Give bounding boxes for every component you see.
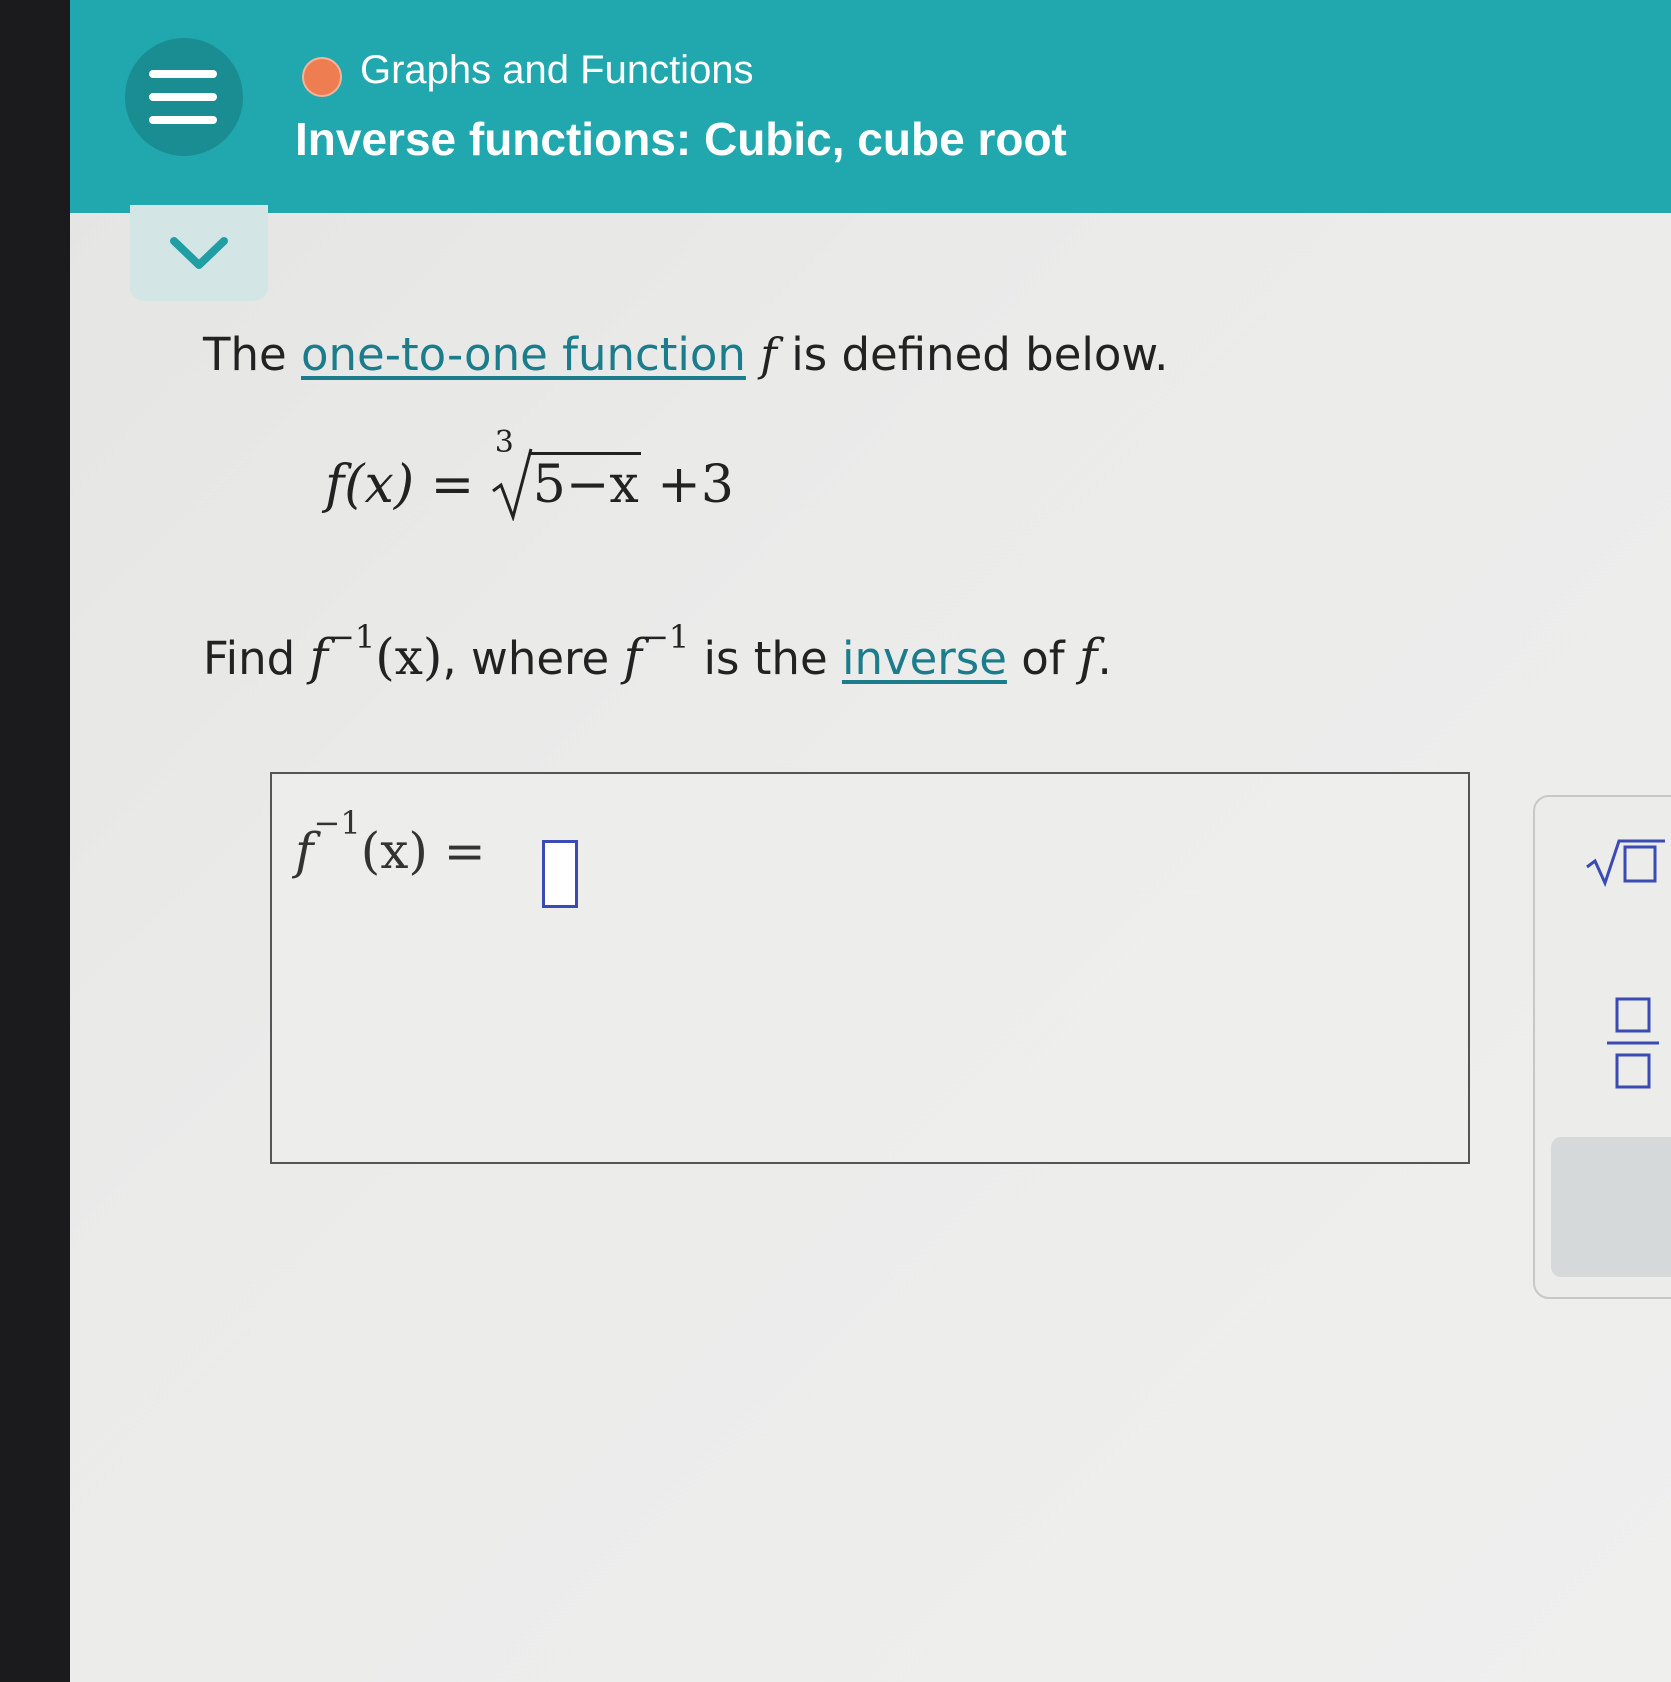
header-bar: Graphs and Functions Inverse functions: … xyxy=(70,0,1671,213)
answer-label: f−1(x) = xyxy=(295,804,486,880)
answer-f: f xyxy=(295,822,314,880)
where-exponent: −1 xyxy=(642,618,690,656)
collapse-button[interactable] xyxy=(130,205,268,301)
answer-exponent: −1 xyxy=(313,804,361,842)
is-the-text: is the xyxy=(689,632,842,685)
period: . xyxy=(1097,632,1112,685)
menu-button[interactable] xyxy=(125,38,243,156)
answer-input[interactable] xyxy=(542,840,578,908)
find-instruction: Find f−1(x), where f−1 is the inverse of… xyxy=(203,618,1112,686)
math-tool-panel xyxy=(1533,795,1671,1299)
intro-var: f xyxy=(760,328,777,381)
of-f: f xyxy=(1078,628,1098,686)
cube-root: 3 5−x xyxy=(491,425,641,521)
formula-tail: +3 xyxy=(640,455,734,515)
square-root-icon[interactable] xyxy=(1585,837,1665,887)
radical-sign-icon xyxy=(491,448,533,521)
answer-equals: = xyxy=(427,822,486,880)
formula-lhs: f(x) = xyxy=(325,455,491,515)
one-to-one-function-link[interactable]: one-to-one function xyxy=(301,328,746,381)
find-exponent: −1 xyxy=(328,618,376,656)
inverse-link[interactable]: inverse xyxy=(842,632,1007,685)
intro-suffix: is defined below. xyxy=(776,328,1169,381)
where-f: f xyxy=(623,628,643,686)
chevron-down-icon xyxy=(170,237,228,269)
radicand: 5−x xyxy=(530,452,641,515)
intro-text: The xyxy=(203,328,301,381)
screen: Graphs and Functions Inverse functions: … xyxy=(70,0,1671,1682)
tool-button[interactable] xyxy=(1551,1137,1671,1277)
function-definition: f(x) = 3 5−x +3 xyxy=(325,425,734,521)
where-text: , where xyxy=(442,632,624,685)
answer-arg: (x) xyxy=(360,822,428,880)
topic-title: Graphs and Functions xyxy=(360,48,754,92)
fraction-icon[interactable] xyxy=(1603,997,1663,1089)
orange-dot-icon xyxy=(302,57,342,97)
lesson-title: Inverse functions: Cubic, cube root xyxy=(295,113,1067,165)
answer-area: f−1(x) = xyxy=(270,772,1470,1164)
problem-intro: The one-to-one function f is defined bel… xyxy=(203,328,1168,381)
find-f: f xyxy=(309,628,329,686)
find-arg: (x) xyxy=(375,628,443,686)
find-text: Find xyxy=(203,632,310,685)
of-text: of xyxy=(1006,632,1079,685)
